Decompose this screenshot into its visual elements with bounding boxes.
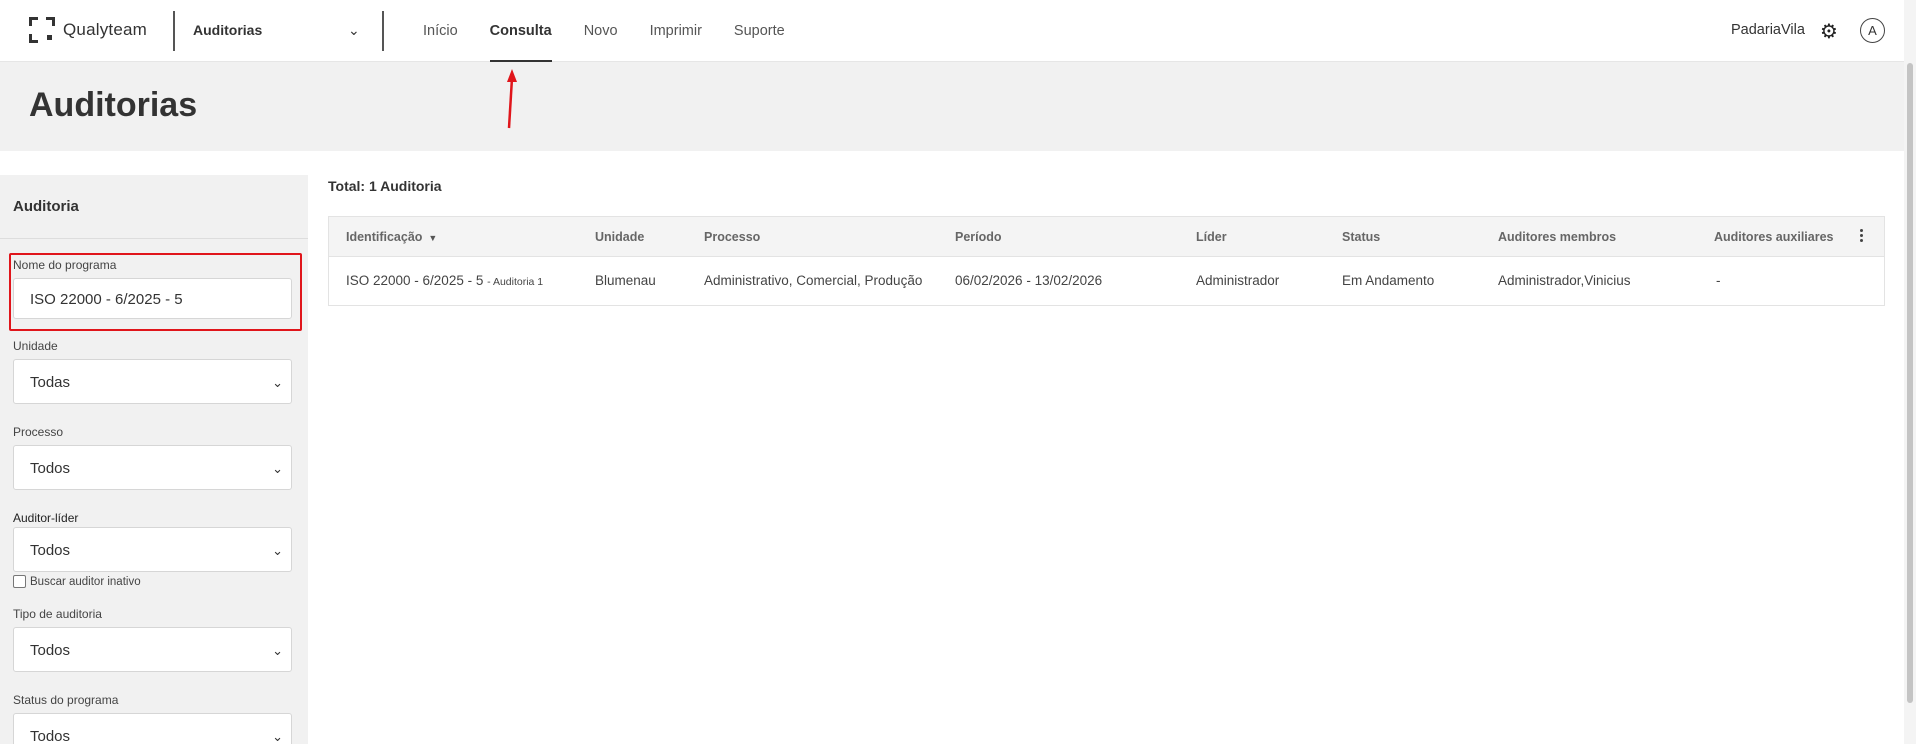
gear-icon[interactable]: ⚙ [1820,19,1838,44]
inactive-auditor-checkbox[interactable] [13,575,26,588]
column-header-processo[interactable]: Processo [704,217,760,257]
cell-status: Em Andamento [1342,273,1435,288]
program-name-field: Nome do programa ISO 22000 - 6/2025 - 5 [13,258,292,319]
process-label: Processo [13,425,64,439]
table-row[interactable]: ISO 22000 - 6/2025 - 5 - Auditoria 1 Blu… [329,257,1884,305]
results-table: Identificação ▼ Unidade Processo Período … [328,216,1885,306]
nav-consulta[interactable]: Consulta [489,0,552,62]
page-header: Auditorias [0,62,1904,151]
program-status-select-value: Todos [30,728,71,744]
lead-auditor-field: Auditor-líder Todos ⌄ [13,511,292,572]
unit-select-value: Todas [30,374,71,391]
lead-auditor-label: Auditor-líder [13,511,79,525]
cell-identificacao[interactable]: ISO 22000 - 6/2025 - 5 - Auditoria 1 [346,257,543,306]
column-header-periodo[interactable]: Período [955,217,1002,257]
brand-name: Qualyteam [63,20,148,39]
column-header-auditores-membros[interactable]: Auditores membros [1498,217,1616,257]
scrollbar-thumb[interactable] [1907,63,1913,703]
chevron-down-icon: ⌄ [272,375,283,390]
audit-type-label: Tipo de auditoria [13,607,102,621]
audit-id-suffix: - Auditoria 1 [487,276,544,288]
process-select-value: Todos [30,460,71,477]
inactive-auditor-label: Buscar auditor inativo [30,575,141,588]
column-header-status[interactable]: Status [1342,217,1380,257]
cell-auditores-auxiliares: - [1716,273,1721,288]
sort-desc-icon[interactable]: ▼ [428,233,437,243]
qualyteam-logo-icon [29,17,55,43]
cell-auditores-membros: Administrador,Vinicius [1498,273,1631,288]
nav-suporte[interactable]: Suporte [734,0,785,62]
chevron-down-icon: ⌄ [272,643,283,658]
top-navbar: Qualyteam Auditorias ⌄ Início Consulta N… [0,0,1904,62]
inactive-auditor-option[interactable]: Buscar auditor inativo [13,575,141,588]
nav-imprimir[interactable]: Imprimir [650,0,702,62]
cell-processo: Administrativo, Comercial, Produção [704,273,923,288]
lead-auditor-select[interactable]: Todos ⌄ [13,527,292,572]
avatar[interactable]: A [1860,18,1885,43]
filter-section-title: Auditoria [0,175,308,239]
lead-auditor-select-value: Todos [30,542,71,559]
brand-logo[interactable]: Qualyteam [29,17,147,43]
nav-inicio[interactable]: Início [423,0,458,62]
chevron-down-icon[interactable]: ⌄ [348,22,360,39]
cell-unidade: Blumenau [595,273,656,288]
results-total: Total: 1 Auditoria [328,178,442,194]
column-header-auditores-auxiliares[interactable]: Auditores auxiliares [1714,217,1834,257]
program-status-field: Status do programa Todos ⌄ [13,693,292,744]
main-nav: Início Consulta Novo Imprimir Suporte [423,0,817,62]
chevron-down-icon: ⌄ [272,543,283,558]
column-header-identificacao[interactable]: Identificação ▼ [346,217,437,258]
program-name-value: ISO 22000 - 6/2025 - 5 [30,291,183,308]
program-name-label: Nome do programa [13,258,117,272]
chevron-down-icon: ⌄ [272,729,283,744]
unit-label: Unidade [13,339,58,353]
program-name-input[interactable]: ISO 22000 - 6/2025 - 5 [13,278,292,319]
table-header: Identificação ▼ Unidade Processo Período … [329,217,1884,257]
annotation-arrow-icon [507,69,517,129]
process-field: Processo Todos ⌄ [13,425,292,490]
audit-type-select[interactable]: Todos ⌄ [13,627,292,672]
program-status-select[interactable]: Todos ⌄ [13,713,292,744]
more-options-icon[interactable] [1860,229,1864,244]
cell-lider: Administrador [1196,273,1280,288]
chevron-down-icon: ⌄ [272,461,283,476]
column-label: Identificação [346,230,423,244]
audit-type-field: Tipo de auditoria Todos ⌄ [13,607,292,672]
column-header-lider[interactable]: Líder [1196,217,1227,257]
cell-periodo: 06/02/2026 - 13/02/2026 [955,273,1103,288]
audit-id: ISO 22000 - 6/2025 - 5 [346,273,484,288]
unit-field: Unidade Todas ⌄ [13,339,292,404]
nav-divider [173,11,175,51]
page-title: Auditorias [29,86,198,124]
user-name[interactable]: PadariaVila [1731,22,1805,38]
nav-divider [382,11,384,51]
audit-type-select-value: Todos [30,642,71,659]
process-select[interactable]: Todos ⌄ [13,445,292,490]
unit-select[interactable]: Todas ⌄ [13,359,292,404]
page-scrollbar[interactable] [1904,0,1916,744]
column-header-unidade[interactable]: Unidade [595,217,644,257]
module-selector-label[interactable]: Auditorias [193,22,262,38]
nav-novo[interactable]: Novo [584,0,618,62]
program-status-label: Status do programa [13,693,119,707]
